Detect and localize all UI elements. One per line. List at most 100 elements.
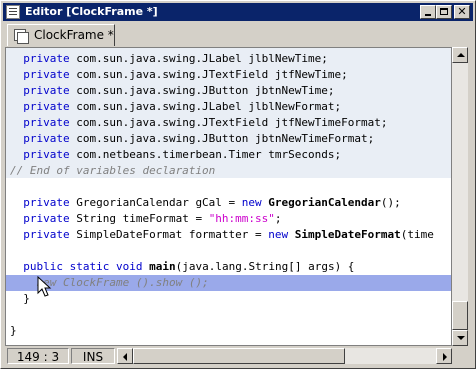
- code-token: private: [23, 132, 70, 145]
- vertical-scroll-track[interactable]: [452, 63, 468, 330]
- code-line[interactable]: [6, 179, 10, 195]
- horizontal-scroll-thumb[interactable]: [133, 348, 345, 364]
- code-line[interactable]: private com.netbeans.timerbean.Timer tmr…: [6, 147, 341, 163]
- code-line[interactable]: private SimpleDateFormat formatter = new…: [6, 227, 434, 243]
- document-tabs: ClockFrame *: [3, 22, 473, 46]
- code-line[interactable]: [6, 243, 10, 259]
- code-editor[interactable]: private com.sun.java.swing.JLabel jlblNe…: [5, 47, 452, 346]
- code-line[interactable]: private com.sun.java.swing.JLabel jlblNe…: [6, 51, 328, 67]
- code-token: SimpleDateFormat formatter =: [69, 228, 269, 241]
- code-token: (time: [400, 228, 434, 241]
- code-line[interactable]: // End of variables declaration: [6, 163, 215, 179]
- code-token: ;: [274, 212, 282, 225]
- code-line[interactable]: private com.sun.java.swing.JTextField jt…: [6, 67, 348, 83]
- code-line[interactable]: }: [6, 291, 30, 307]
- scroll-right-button[interactable]: [436, 348, 452, 364]
- code-token: GregorianCalendar: [268, 196, 381, 209]
- code-token: void: [116, 260, 143, 273]
- minimize-button[interactable]: [420, 5, 436, 19]
- code-token: private: [23, 228, 70, 241]
- code-token: new ClockFrame ().show ();: [36, 276, 209, 289]
- code-token: com.sun.java.swing.JTextField jtfNewTime…: [69, 116, 388, 129]
- code-token: private: [23, 84, 70, 97]
- close-button[interactable]: ✕: [454, 5, 470, 19]
- tab-clockframe[interactable]: ClockFrame *: [7, 24, 115, 46]
- code-token: public: [23, 260, 63, 273]
- scroll-down-button[interactable]: [452, 330, 468, 346]
- code-token: com.netbeans.timerbean.Timer tmrSeconds;: [69, 148, 342, 161]
- scroll-up-button[interactable]: [452, 47, 468, 63]
- code-line[interactable]: private GregorianCalendar gCal = new Gre…: [6, 195, 401, 211]
- code-token: ();: [380, 196, 401, 209]
- insert-mode-indicator[interactable]: INS: [71, 348, 115, 364]
- code-token: String timeFormat =: [69, 212, 209, 225]
- code-token: "hh:mm:ss": [208, 212, 275, 225]
- title-bar[interactable]: Editor [ClockFrame *] ✕: [3, 3, 473, 21]
- arrow-down-icon: [457, 336, 465, 340]
- scroll-left-button[interactable]: [117, 348, 133, 364]
- tab-label: ClockFrame *: [34, 28, 114, 42]
- code-token: private: [23, 116, 70, 129]
- code-line[interactable]: [6, 307, 10, 323]
- code-line[interactable]: private com.sun.java.swing.JLabel jlblNe…: [6, 99, 341, 115]
- editor-app-icon[interactable]: [6, 5, 20, 19]
- code-token: static: [69, 260, 110, 273]
- java-file-icon: [14, 29, 29, 44]
- code-token: private: [23, 148, 70, 161]
- code-token: com.sun.java.swing.JButton jbtnNewTimeFo…: [69, 132, 375, 145]
- code-line[interactable]: }: [6, 323, 17, 339]
- vertical-scroll-thumb[interactable]: [452, 301, 468, 330]
- code-token: com.sun.java.swing.JLabel jlblNewFormat;: [69, 100, 342, 113]
- horizontal-scrollbar[interactable]: [117, 348, 452, 364]
- code-token: // End of variables declaration: [10, 164, 216, 177]
- code-token: private: [23, 100, 70, 113]
- code-token: com.sun.java.swing.JLabel jlblNewTime;: [69, 52, 328, 65]
- code-line[interactable]: private String timeFormat = "hh:mm:ss";: [6, 211, 282, 227]
- code-token: private: [23, 68, 70, 81]
- current-code-line[interactable]: new ClockFrame ().show ();: [6, 275, 451, 291]
- code-token: SimpleDateFormat: [294, 228, 401, 241]
- code-line[interactable]: private com.sun.java.swing.JTextField jt…: [6, 115, 388, 131]
- maximize-button[interactable]: [436, 5, 452, 19]
- code-line[interactable]: private com.sun.java.swing.JButton jbtnN…: [6, 83, 335, 99]
- code-token: private: [23, 196, 70, 209]
- code-token: main: [149, 260, 176, 273]
- vertical-scrollbar[interactable]: [452, 47, 468, 346]
- code-token: new: [268, 228, 289, 241]
- code-token: com.sun.java.swing.JButton jbtnNewTime;: [69, 84, 335, 97]
- code-line[interactable]: public static void main(java.lang.String…: [6, 259, 354, 275]
- arrow-up-icon: [457, 53, 465, 57]
- code-token: }: [10, 324, 17, 337]
- code-token: private: [23, 52, 70, 65]
- editor-window: Editor [ClockFrame *] ✕ ClockFrame * pri…: [0, 0, 476, 369]
- window-title: Editor [ClockFrame *]: [25, 5, 158, 18]
- arrow-right-icon: [443, 353, 447, 361]
- mouse-cursor-icon: [37, 276, 52, 297]
- code-token: GregorianCalendar gCal =: [69, 196, 242, 209]
- code-token: new: [241, 196, 262, 209]
- arrow-left-icon: [123, 353, 127, 361]
- code-token: }: [23, 292, 30, 305]
- status-bar: 149 : 3 INS: [5, 347, 468, 365]
- code-token: (java.lang.String[] args) {: [175, 260, 355, 273]
- code-line[interactable]: private com.sun.java.swing.JButton jbtnN…: [6, 131, 374, 147]
- code-token: com.sun.java.swing.JTextField jtfNewTime…: [69, 68, 348, 81]
- code-token: private: [23, 212, 70, 225]
- cursor-position: 149 : 3: [7, 348, 69, 364]
